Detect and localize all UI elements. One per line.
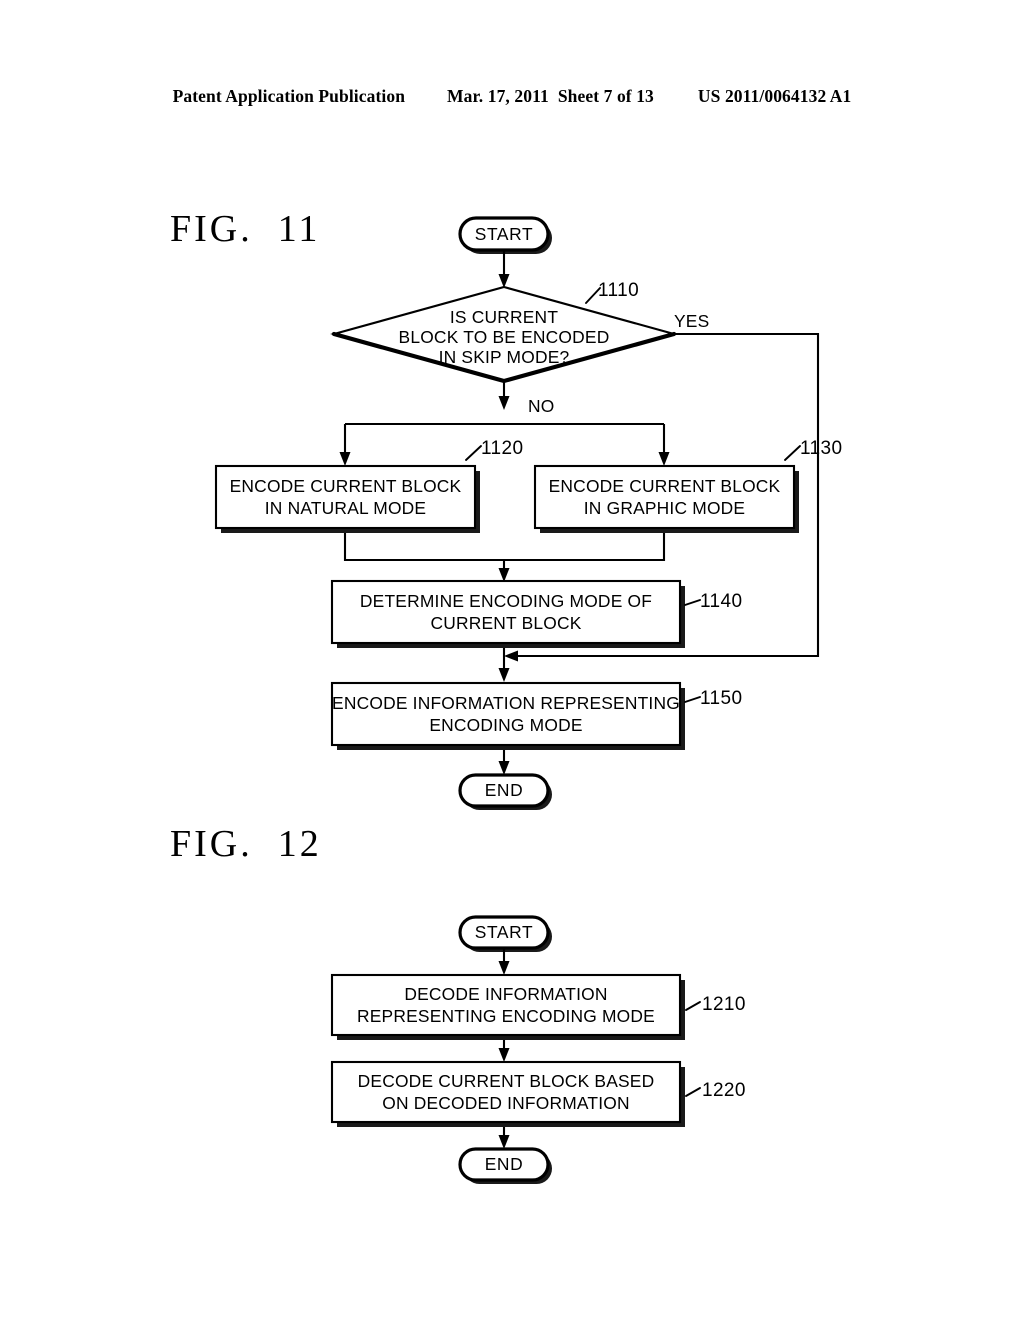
arrowhead-to-determine-box — [498, 568, 510, 582]
fig11-decision-line2: BLOCK TO BE ENCODED — [399, 327, 610, 347]
fig12-decode-block-line2: ON DECODED INFORMATION — [382, 1093, 630, 1113]
figure-11-flowchart: START IS CURRENT BLOCK TO BE ENCODED IN … — [214, 216, 842, 810]
arrowhead-yes-rejoin — [504, 650, 518, 662]
arrowhead-to-fig12-end — [498, 1135, 510, 1149]
arrowhead-to-natural-box — [339, 452, 351, 466]
fig11-ref-1140: 1140 — [700, 591, 742, 612]
fig12-end-label: END — [485, 1154, 524, 1174]
fig11-yes-label: YES — [674, 311, 709, 331]
fig12-decode-block-line1: DECODE CURRENT BLOCK BASED — [358, 1071, 655, 1091]
fig11-end-label: END — [485, 780, 524, 800]
fig11-decision-node: IS CURRENT BLOCK TO BE ENCODED IN SKIP M… — [330, 285, 678, 384]
fig12-decode-info-line1: DECODE INFORMATION — [404, 984, 607, 1004]
fig11-encode-info-box: ENCODE INFORMATION REPRESENTING ENCODING… — [330, 681, 685, 750]
fig11-no-label: NO — [528, 396, 555, 416]
arrowhead-to-decode-block-box — [498, 1048, 510, 1062]
fig12-decode-block-box: DECODE CURRENT BLOCK BASED ON DECODED IN… — [330, 1060, 685, 1127]
arrowhead-to-graphic-box — [658, 452, 670, 466]
fig11-ref-1150: 1150 — [700, 688, 742, 709]
fig11-natural-line2: IN NATURAL MODE — [265, 498, 426, 518]
arrowhead-start-to-decision — [498, 274, 510, 288]
fig11-ref-1110: 1110 — [598, 280, 639, 301]
fig11-decision-line3: IN SKIP MODE? — [439, 347, 570, 367]
fig11-start-node: START — [458, 216, 552, 254]
fig11-encode-graphic-box: ENCODE CURRENT BLOCK IN GRAPHIC MODE — [533, 464, 799, 533]
fig11-determine-line2: CURRENT BLOCK — [430, 613, 581, 633]
fig11-encode-info-line2: ENCODING MODE — [429, 715, 582, 735]
fig11-end-node: END — [458, 773, 552, 810]
arrowhead-to-decode-info-box — [498, 961, 510, 975]
fig11-graphic-line2: IN GRAPHIC MODE — [584, 498, 745, 518]
fig12-decode-info-line2: REPRESENTING ENCODING MODE — [357, 1006, 655, 1026]
arrowhead-to-fig11-end — [498, 761, 510, 775]
fig12-start-node: START — [458, 915, 552, 952]
fig12-ref-1210: 1210 — [702, 994, 746, 1015]
fig12-decode-info-box: DECODE INFORMATION REPRESENTING ENCODING… — [330, 973, 685, 1040]
flowchart-canvas: START IS CURRENT BLOCK TO BE ENCODED IN … — [214, 216, 842, 1184]
fig11-ref-1120: 1120 — [481, 438, 523, 459]
fig11-decision-line1: IS CURRENT — [450, 307, 558, 327]
fig11-start-label: START — [475, 224, 533, 244]
fig12-ref-1220: 1220 — [702, 1080, 746, 1101]
arrowhead-decision-no — [498, 396, 510, 410]
fig11-encode-info-line1: ENCODE INFORMATION REPRESENTING — [332, 693, 680, 713]
fig11-encode-natural-box: ENCODE CURRENT BLOCK IN NATURAL MODE — [214, 464, 480, 533]
fig12-start-label: START — [475, 922, 533, 942]
arrowhead-to-encode-info-box — [498, 668, 510, 682]
fig11-natural-line1: ENCODE CURRENT BLOCK — [230, 476, 462, 496]
fig11-determine-box: DETERMINE ENCODING MODE OF CURRENT BLOCK — [330, 579, 685, 648]
fig11-ref-1130: 1130 — [800, 438, 842, 459]
fig11-determine-line1: DETERMINE ENCODING MODE OF — [360, 591, 652, 611]
fig11-graphic-line1: ENCODE CURRENT BLOCK — [549, 476, 781, 496]
figure-12-flowchart: START DECODE INFORMATION REPRESENTING EN… — [330, 915, 746, 1184]
fig12-end-node: END — [458, 1147, 552, 1184]
